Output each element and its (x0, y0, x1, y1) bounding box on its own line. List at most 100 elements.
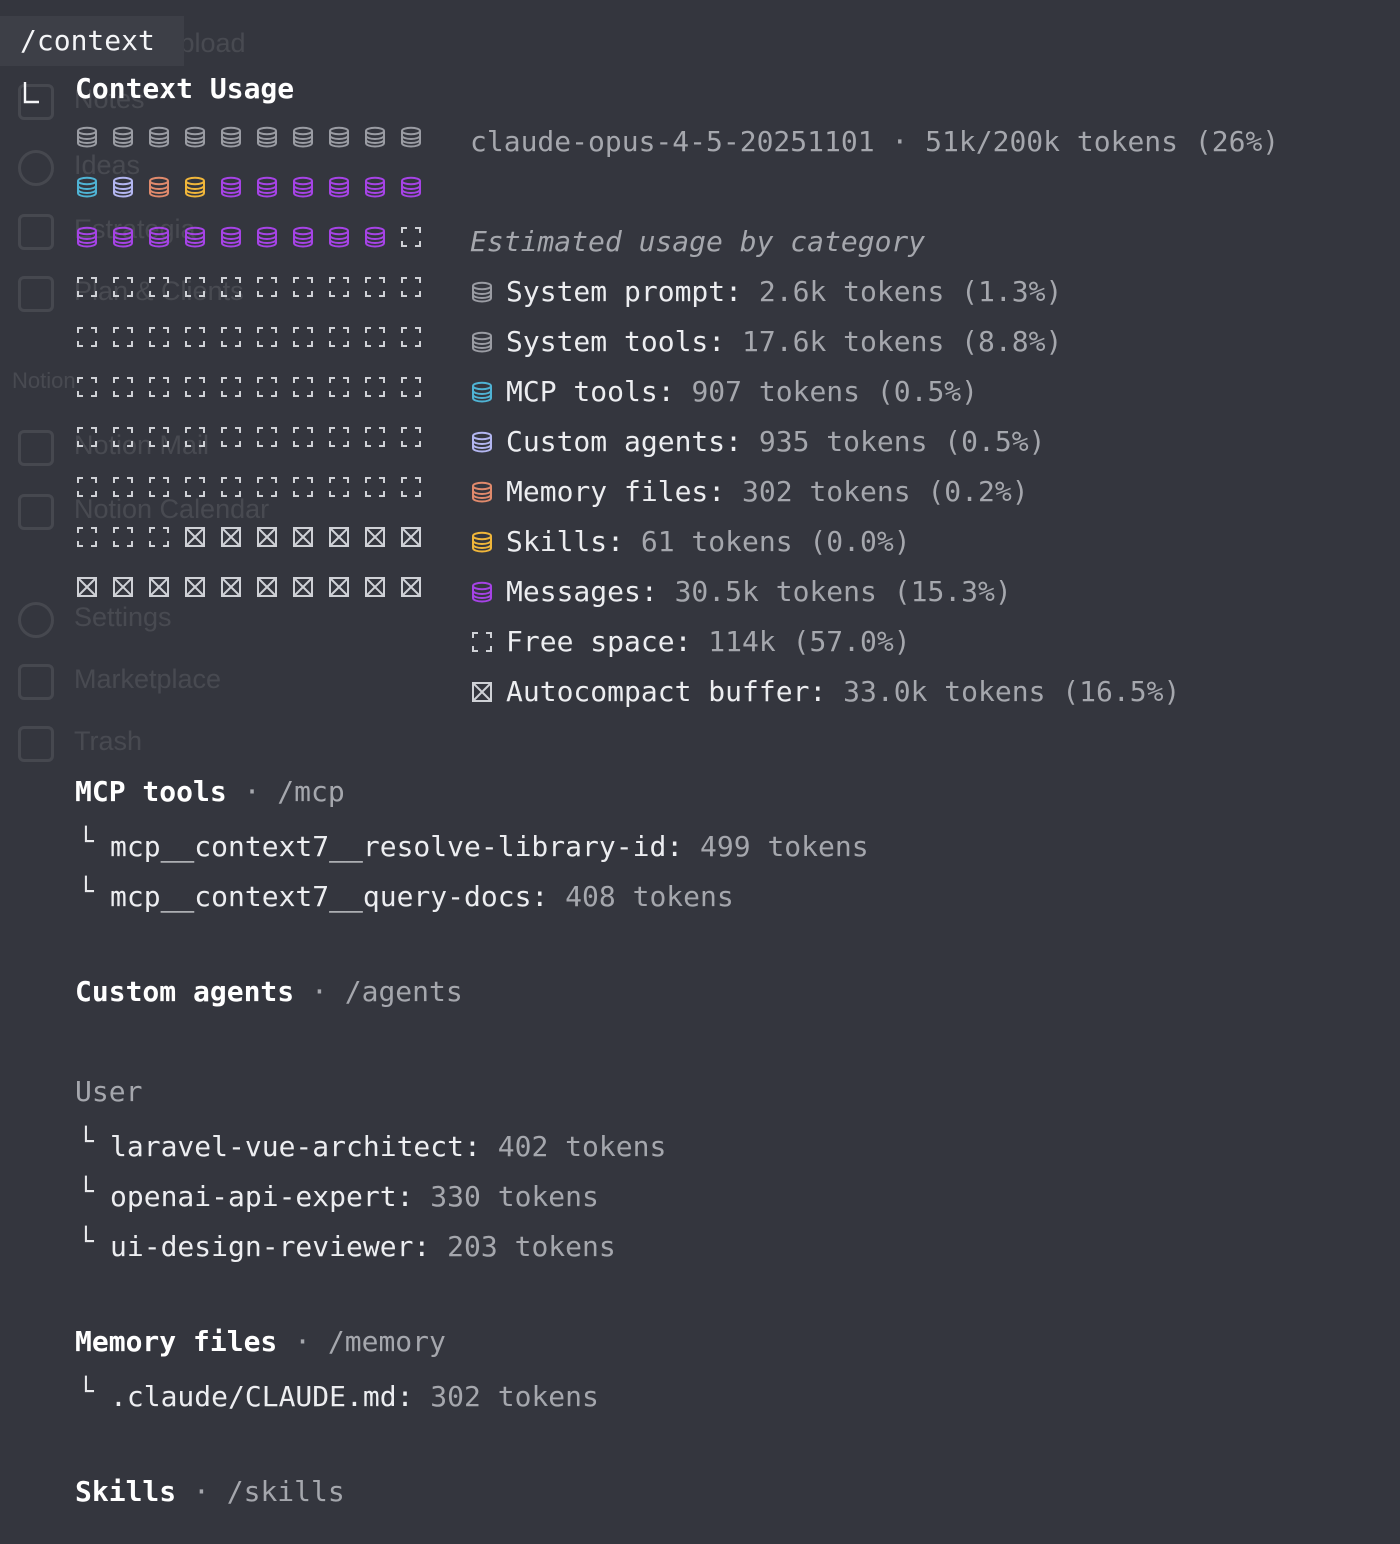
usage-cell-messages (75, 223, 99, 248)
section-heading: MCP tools (75, 775, 227, 808)
legend-value: 114k (57.0%) (708, 625, 911, 658)
usage-cell-free_space (363, 373, 387, 397)
legend-label: Custom agents: (506, 425, 759, 458)
usage-cell-memory_files (147, 173, 171, 198)
legend-item-free_space: Free space: 114k (57.0%) (470, 624, 911, 660)
database-icon (470, 427, 494, 453)
legend-heading: Estimated usage by category (470, 225, 926, 258)
usage-cell-autocompact (363, 573, 387, 597)
legend-item-system_prompt: System prompt: 2.6k tokens (1.3%) (470, 274, 1062, 310)
usage-cell-free_space (183, 473, 207, 497)
command-echo: /context (0, 16, 184, 66)
legend-item-skills: Skills: 61 tokens (0.0%) (470, 524, 911, 560)
usage-cell-system_tools (399, 123, 423, 148)
database-icon (470, 327, 494, 353)
database-icon (470, 577, 494, 603)
usage-cell-messages (255, 223, 279, 248)
usage-cell-free_space (255, 323, 279, 347)
ghost-item-notion: Notion (12, 368, 76, 393)
model-usage-line: claude-opus-4-5-20251101 · 51k/200k toke… (470, 125, 1280, 158)
legend-label: Skills: (506, 525, 641, 558)
usage-cell-free_space (75, 423, 99, 447)
legend-value: 61 tokens (0.0%) (640, 525, 911, 558)
usage-cell-messages (327, 173, 351, 198)
usage-cell-messages (327, 223, 351, 248)
usage-cell-free_space (75, 523, 99, 547)
usage-cell-free_space (219, 373, 243, 397)
mcp-path-link[interactable]: /mcp (277, 775, 344, 808)
legend-value: 30.5k tokens (15.3%) (674, 575, 1012, 608)
buffer-icon (470, 677, 494, 702)
usage-cell-free_space (75, 373, 99, 397)
usage-cell-messages (255, 173, 279, 198)
usage-cell-free_space (363, 473, 387, 497)
usage-cell-autocompact (255, 573, 279, 597)
usage-cell-messages (291, 173, 315, 198)
send-icon (18, 430, 54, 466)
lightbulb-icon (18, 150, 54, 186)
usage-cell-free_space (183, 373, 207, 397)
section-heading: Memory files (75, 1325, 278, 1358)
tree-branch-icon: └ (78, 1377, 94, 1407)
section-mcp-tools: MCP tools · /mcp (75, 775, 345, 808)
trash-icon (18, 726, 54, 762)
tree-branch-icon: └ (78, 877, 94, 907)
usage-cell-free_space (291, 473, 315, 497)
usage-cell-free_space (255, 273, 279, 297)
usage-cell-autocompact (75, 573, 99, 597)
ghost-item-trash: Trash (74, 726, 143, 756)
usage-cell-messages (363, 223, 387, 248)
legend-value: 17.6k tokens (8.8%) (742, 325, 1063, 358)
legend-value: 2.6k tokens (1.3%) (758, 275, 1063, 308)
usage-cell-free_space (183, 323, 207, 347)
usage-cell-autocompact (147, 573, 171, 597)
free-space-icon (470, 627, 494, 652)
usage-cell-free_space (363, 273, 387, 297)
usage-cell-free_space (219, 423, 243, 447)
usage-cell-autocompact (399, 573, 423, 597)
agents-group-label: User (75, 1075, 143, 1108)
memory-path-link[interactable]: /memory (328, 1325, 446, 1358)
checklist-icon (18, 276, 54, 312)
usage-cell-free_space (183, 273, 207, 297)
section-memory-files: Memory files · /memory (75, 1325, 446, 1358)
legend-item-messages: Messages: 30.5k tokens (15.3%) (470, 574, 1012, 610)
usage-cell-free_space (399, 473, 423, 497)
usage-cell-messages (219, 173, 243, 198)
usage-cell-autocompact (183, 523, 207, 547)
usage-cell-system_prompt (75, 123, 99, 148)
map-icon (18, 214, 54, 250)
usage-cell-autocompact (183, 573, 207, 597)
usage-cell-autocompact (219, 573, 243, 597)
legend-label: System prompt: (506, 275, 759, 308)
usage-cell-free_space (363, 323, 387, 347)
calendar-icon (18, 494, 54, 530)
usage-cell-free_space (147, 373, 171, 397)
usage-cell-free_space (255, 473, 279, 497)
usage-cell-free_space (147, 323, 171, 347)
usage-cell-free_space (399, 223, 423, 247)
legend-label: System tools: (506, 325, 743, 358)
usage-cell-free_space (255, 423, 279, 447)
usage-cell-free_space (75, 273, 99, 297)
tree-branch-icon: └ (78, 827, 94, 857)
usage-cell-free_space (111, 323, 135, 347)
list-item: └ openai-api-expert: 330 tokens (78, 1174, 599, 1215)
database-icon (470, 477, 494, 503)
usage-cell-free_space (111, 273, 135, 297)
usage-cell-system_prompt (111, 123, 135, 148)
usage-cell-free_space (219, 473, 243, 497)
usage-cell-system_tools (183, 123, 207, 148)
usage-cell-autocompact (291, 523, 315, 547)
usage-cell-system_tools (327, 123, 351, 148)
legend-item-memory_files: Memory files: 302 tokens (0.2%) (470, 474, 1029, 510)
skills-path-link[interactable]: /skills (227, 1475, 345, 1508)
list-item: └ ui-design-reviewer: 203 tokens (78, 1224, 616, 1265)
usage-cell-free_space (363, 423, 387, 447)
usage-cell-autocompact (111, 573, 135, 597)
agents-path-link[interactable]: /agents (345, 975, 463, 1008)
usage-cell-free_space (75, 323, 99, 347)
list-item: └ mcp__context7__resolve-library-id: 499 … (78, 824, 869, 865)
usage-cell-autocompact (399, 523, 423, 547)
tree-branch-icon: └ (78, 1177, 94, 1207)
